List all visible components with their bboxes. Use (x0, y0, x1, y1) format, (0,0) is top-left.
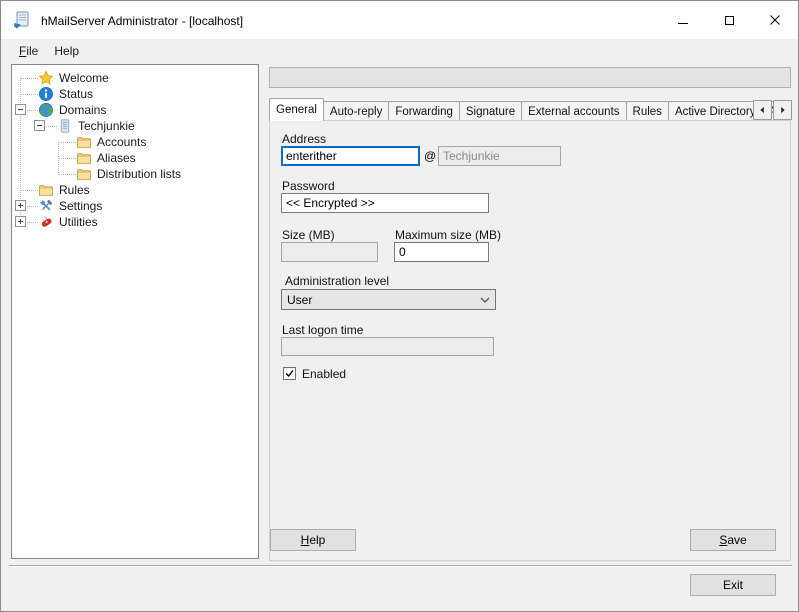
caption-buttons (660, 1, 798, 39)
password-label: Password (282, 179, 335, 193)
tree-item-label: Distribution lists (95, 167, 183, 181)
check-icon (284, 368, 295, 379)
left-arrow-glyph (759, 106, 766, 114)
tree-expand-plus-icon[interactable] (15, 200, 26, 211)
tree-item-rules[interactable]: Rules (38, 182, 92, 198)
tab-auto-reply[interactable]: Auto-reply (323, 101, 389, 121)
max-size-input[interactable] (394, 242, 489, 262)
minimize-glyph (678, 23, 688, 24)
tree-item-label: Techjunkie (76, 119, 137, 133)
tree-connector-line (20, 78, 38, 79)
domain-input (438, 146, 561, 166)
tab-strip: GeneralAuto-replyForwardingSignatureExte… (269, 98, 791, 121)
panel-header-bar (269, 67, 791, 88)
at-separator: @ (424, 149, 436, 163)
tree-item-utilities[interactable]: Utilities (38, 214, 100, 230)
tab-signature[interactable]: Signature (459, 101, 522, 121)
admin-level-label: Administration level (285, 274, 389, 288)
size-label: Size (MB) (282, 228, 335, 242)
folder-icon (76, 166, 92, 182)
right-arrow-glyph (779, 106, 786, 114)
enabled-label: Enabled (302, 367, 346, 381)
max-size-label: Maximum size (MB) (395, 228, 501, 242)
tree-item-techjunkie[interactable]: Techjunkie (57, 118, 137, 134)
tree-connector-line (20, 94, 38, 95)
tree-expand-minus-icon[interactable] (34, 120, 45, 131)
tab-scroll-left-icon[interactable] (753, 100, 772, 120)
size-input (281, 242, 378, 262)
password-input[interactable] (281, 193, 489, 213)
tab-scroll-right-icon[interactable] (773, 100, 792, 120)
tree-connector-line (58, 174, 76, 175)
admin-level-select[interactable]: User (281, 289, 496, 310)
navigation-tree: Welcome Status Domains Techjunkie Accounts Al… (11, 64, 259, 559)
tab-active-directory[interactable]: Active Directory (668, 101, 763, 121)
close-icon[interactable] (752, 1, 798, 39)
tree-item-label: Utilities (57, 215, 100, 229)
menu-help[interactable]: Help (54, 44, 79, 58)
tree-item-label: Accounts (95, 135, 148, 149)
knife-icon (38, 214, 54, 230)
maximize-glyph (725, 16, 734, 25)
tools-icon (38, 198, 54, 214)
tree-item-label: Domains (57, 103, 108, 117)
admin-level-value: User (287, 293, 480, 307)
last-logon-input (281, 337, 494, 356)
tree-item-label: Settings (57, 199, 104, 213)
star-icon (38, 70, 54, 86)
help-button[interactable]: Help (270, 529, 356, 551)
tree-item-distribution-lists[interactable]: Distribution lists (76, 166, 183, 182)
bottom-separator (9, 565, 792, 567)
folder-icon (38, 182, 54, 198)
globe-icon (38, 102, 54, 118)
title-bar[interactable]: hMailServer Administrator - [localhost] (1, 1, 798, 39)
tree-item-welcome[interactable]: Welcome (38, 70, 111, 86)
folder-icon (76, 150, 92, 166)
save-button[interactable]: Save (690, 529, 776, 551)
address-input[interactable] (281, 146, 420, 166)
tree-item-accounts[interactable]: Accounts (76, 134, 148, 150)
tree-expand-minus-icon[interactable] (15, 104, 26, 115)
tab-rules[interactable]: Rules (626, 101, 669, 121)
menu-bar: File Help (1, 39, 798, 63)
minimize-icon[interactable] (660, 1, 706, 39)
tree-item-label: Welcome (57, 71, 111, 85)
tab-general[interactable]: General (269, 98, 324, 121)
chevron-down-icon (480, 297, 490, 303)
close-glyph (770, 15, 780, 25)
maximize-icon[interactable] (706, 1, 752, 39)
tree-connector-line (58, 158, 76, 159)
enabled-checkbox[interactable] (283, 367, 296, 380)
tree-item-aliases[interactable]: Aliases (76, 150, 138, 166)
folder-icon (76, 134, 92, 150)
address-label: Address (282, 132, 326, 146)
info-icon (38, 86, 54, 102)
server-icon (57, 118, 73, 134)
tree-item-domains[interactable]: Domains (38, 102, 108, 118)
tree-item-label: Status (57, 87, 95, 101)
tree-item-status[interactable]: Status (38, 86, 95, 102)
tab-external-accounts[interactable]: External accounts (521, 101, 626, 121)
window-title: hMailServer Administrator - [localhost] (41, 14, 243, 28)
tree-expand-plus-icon[interactable] (15, 216, 26, 227)
tree-item-label: Aliases (95, 151, 138, 165)
app-logo-icon (12, 10, 32, 30)
tree-connector-line (20, 190, 38, 191)
tab-forwarding[interactable]: Forwarding (388, 101, 460, 121)
exit-button[interactable]: Exit (690, 574, 776, 596)
last-logon-label: Last logon time (282, 323, 363, 337)
app-window: hMailServer Administrator - [localhost] … (0, 0, 799, 612)
tree-item-settings[interactable]: Settings (38, 198, 104, 214)
tree-item-label: Rules (57, 183, 92, 197)
tree-connector-line (58, 142, 76, 143)
menu-file[interactable]: File (19, 44, 38, 58)
